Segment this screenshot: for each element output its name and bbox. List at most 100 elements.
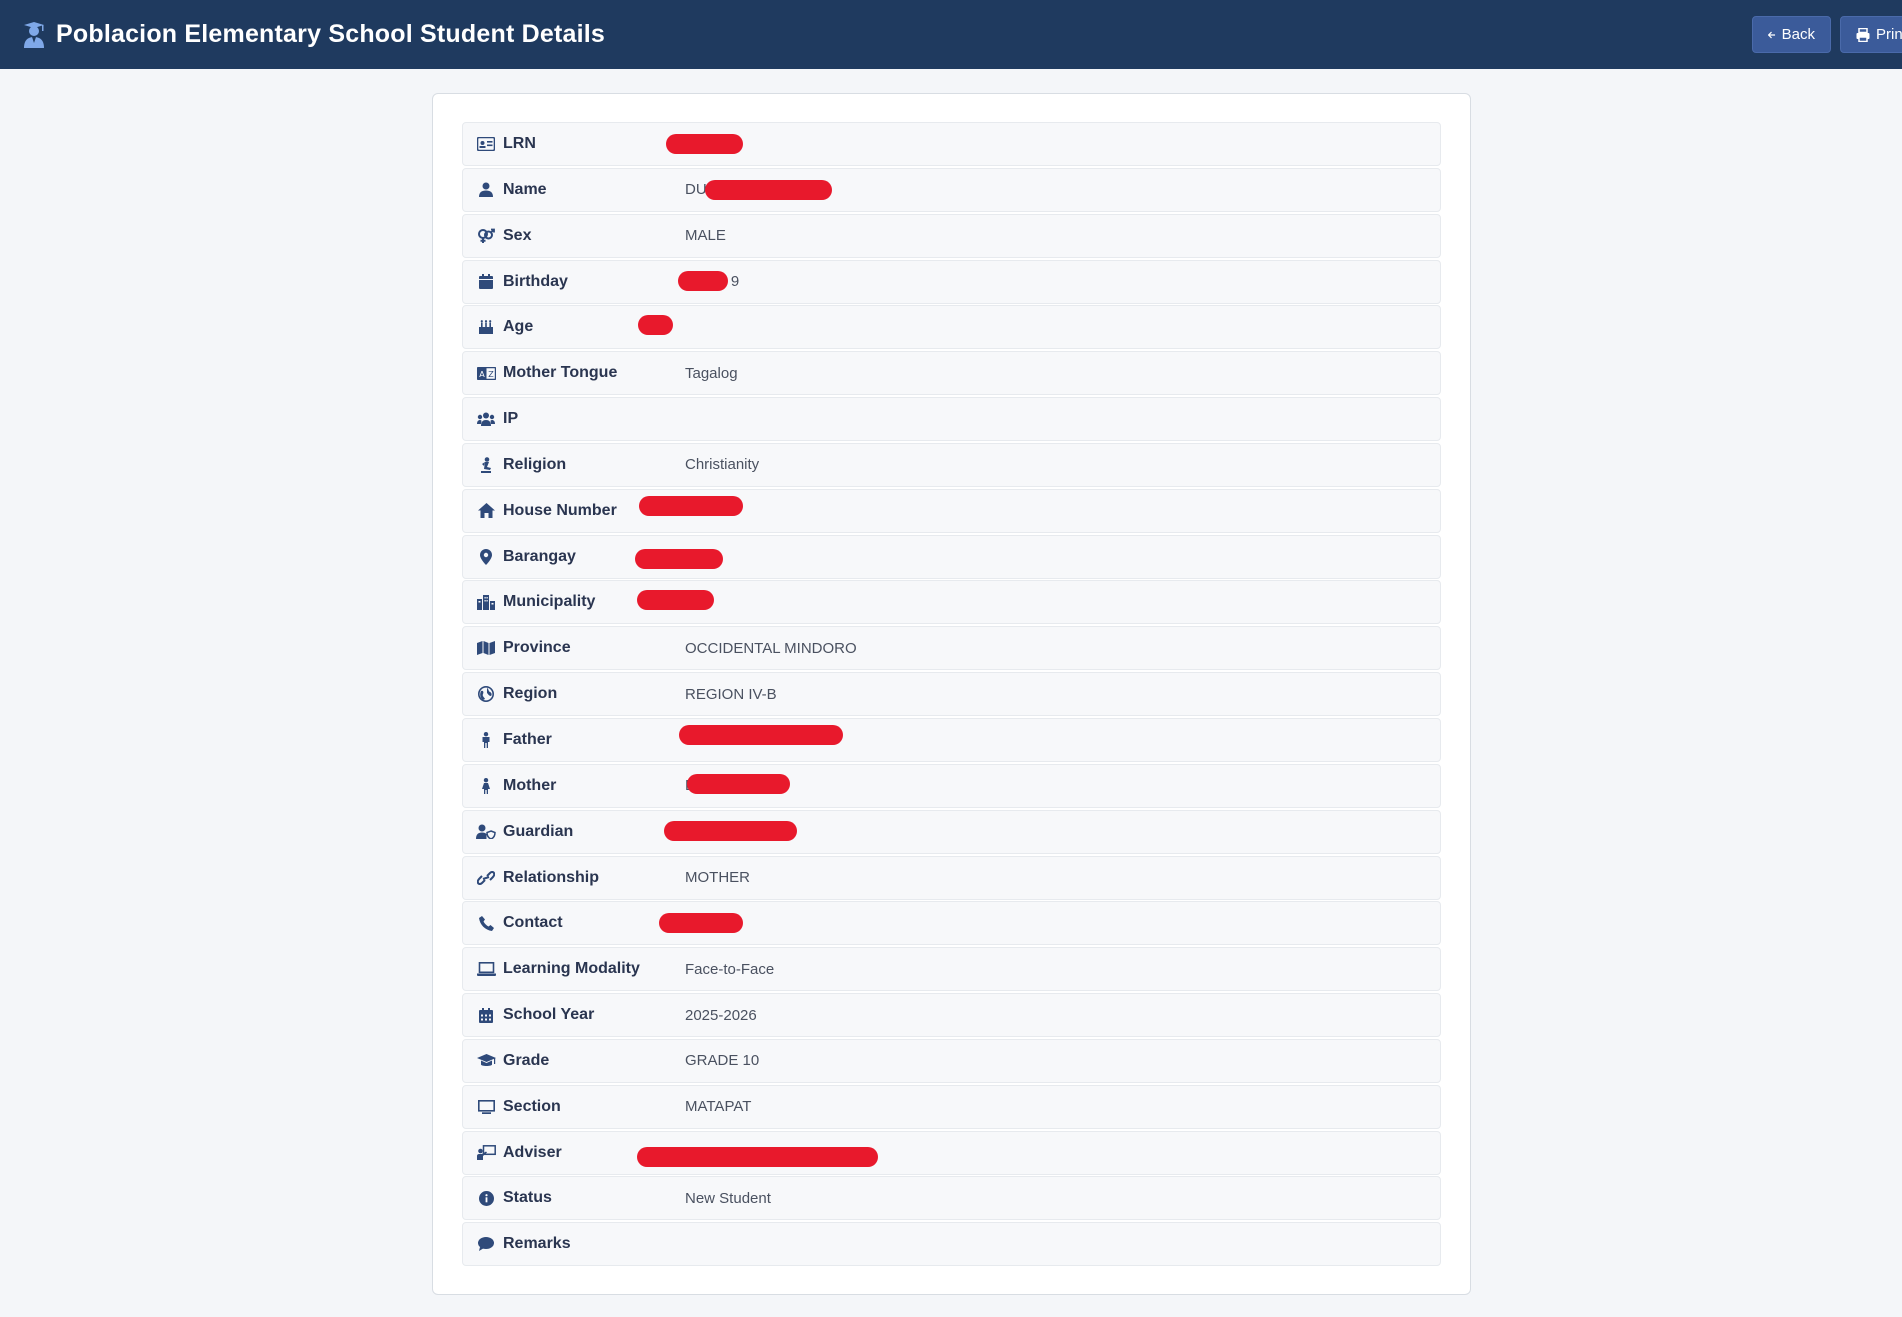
redaction-mark xyxy=(666,134,743,154)
field-value: GRADE 10 xyxy=(685,1052,760,1070)
language-icon: AZ xyxy=(475,364,497,382)
detail-row-municipality: Municipality xyxy=(462,580,1441,625)
detail-row-remarks: Remarks xyxy=(462,1222,1441,1267)
detail-row-ip: IP xyxy=(462,397,1441,442)
detail-row-region: Region REGION IV-B xyxy=(462,672,1441,717)
back-label: Back xyxy=(1781,26,1815,43)
detail-row-contact: Contact09 xyxy=(462,901,1441,946)
field-label: Mother Tongue xyxy=(503,364,618,382)
gender-icon xyxy=(475,227,497,245)
home-icon xyxy=(475,502,497,520)
page-title: Poblacion Elementary School Student Deta… xyxy=(56,20,605,48)
user-icon xyxy=(475,181,497,199)
monitor-icon xyxy=(475,1098,497,1116)
field-label: Grade xyxy=(503,1051,550,1069)
redaction-mark xyxy=(638,315,673,336)
laptop-icon xyxy=(475,960,497,978)
field-label: Section xyxy=(503,1097,561,1115)
detail-row-lrn: LRN110 xyxy=(462,122,1441,166)
praying-icon xyxy=(475,456,497,474)
field-label: IP xyxy=(503,410,519,428)
redaction-mark xyxy=(639,495,743,516)
detail-row-relationship: Relationship MOTHER xyxy=(462,855,1441,900)
detail-row-mother-tongue: A Z Mother Tongue Tagalog xyxy=(462,351,1441,396)
detail-row-father: FatherDULD xyxy=(462,717,1441,762)
teacher-icon xyxy=(475,1144,497,1162)
redaction-mark xyxy=(659,913,743,934)
calendar-icon xyxy=(475,273,497,291)
field-label: Relationship xyxy=(503,868,600,886)
print-label: Prin xyxy=(1876,26,1902,43)
detail-row-name: NameDULDULA xyxy=(462,167,1441,212)
field-value: 2025-2026 xyxy=(685,1006,757,1024)
redaction-mark xyxy=(705,179,832,200)
field-label: LRN xyxy=(503,135,536,152)
student-details-card: LRN110NameDULDULASexMALEBirthday20 9AgeA… xyxy=(432,93,1471,1295)
calendar-grid-icon xyxy=(475,1006,497,1024)
redaction-mark xyxy=(637,1146,878,1167)
field-value: New Student xyxy=(685,1189,771,1207)
back-button[interactable]: Back xyxy=(1752,16,1831,53)
comment-icon xyxy=(475,1235,497,1253)
detail-row-sex: Sex MALE xyxy=(462,213,1441,258)
field-label: Region xyxy=(503,685,558,703)
info-icon xyxy=(475,1189,497,1207)
graduation-cap-icon xyxy=(475,1052,497,1070)
detail-row-guardian: GuardianFLO xyxy=(462,809,1441,854)
arrow-left-icon xyxy=(1768,31,1776,38)
field-label: Religion xyxy=(503,455,567,473)
field-label: Contact xyxy=(503,914,563,932)
field-label: Name xyxy=(503,180,547,198)
user-shield-icon xyxy=(475,823,497,841)
field-value: OCCIDENTAL MINDORO xyxy=(685,639,857,657)
redaction-mark xyxy=(687,773,790,794)
field-label: Birthday xyxy=(503,272,568,290)
field-value: MALE xyxy=(685,227,726,245)
field-value: Face-to-Face xyxy=(685,960,775,978)
phone-icon xyxy=(475,914,497,932)
detail-row-house-number: House Number xyxy=(462,488,1441,533)
detail-row-age: Age xyxy=(462,305,1441,350)
detail-row-learning-modality: Learning Modality Face-to-Face xyxy=(462,947,1441,992)
detail-row-section: Section MATAPAT xyxy=(462,1084,1441,1129)
cake-icon xyxy=(475,318,497,336)
print-button[interactable]: Prin xyxy=(1840,16,1902,53)
detail-row-status: Status New Student xyxy=(462,1176,1441,1221)
globe-icon xyxy=(475,685,497,703)
field-label: Learning Modality xyxy=(503,960,640,978)
female-icon xyxy=(475,777,497,795)
male-icon xyxy=(475,731,497,749)
field-value: REGION IV-B xyxy=(685,685,777,703)
student-graduate-icon xyxy=(22,21,46,48)
top-navbar: Poblacion Elementary School Student Deta… xyxy=(0,0,1902,69)
field-label: School Year xyxy=(503,1006,595,1024)
field-label: Father xyxy=(503,730,552,748)
city-icon xyxy=(475,593,497,611)
field-value: Christianity xyxy=(685,456,760,474)
id-card-icon xyxy=(475,135,497,153)
people-icon xyxy=(475,410,497,428)
redaction-mark xyxy=(664,820,797,841)
printer-icon xyxy=(1856,27,1870,42)
redaction-mark xyxy=(679,724,843,745)
map-pin-icon xyxy=(475,548,497,566)
detail-row-grade: Grade GRADE 10 xyxy=(462,1038,1441,1083)
redaction-mark xyxy=(678,270,728,291)
field-label: Guardian xyxy=(503,822,574,840)
detail-row-birthday: Birthday20 9 xyxy=(462,259,1441,304)
map-icon xyxy=(475,639,497,657)
detail-row-school-year: School Year 2025-2026 xyxy=(462,993,1441,1038)
redaction-mark xyxy=(637,590,714,611)
svg-text:Z: Z xyxy=(488,370,494,379)
redaction-mark xyxy=(635,548,723,569)
link-icon xyxy=(475,869,497,887)
detail-row-religion: Religion Christianity xyxy=(462,442,1441,487)
detail-row-adviser: Adviser xyxy=(462,1130,1441,1175)
field-label: Mother xyxy=(503,776,557,794)
field-value: MOTHER xyxy=(685,869,750,886)
field-label: Province xyxy=(503,639,571,657)
svg-text:A: A xyxy=(479,370,485,379)
field-value: MATAPAT xyxy=(685,1098,752,1116)
field-value: Tagalog xyxy=(685,364,738,382)
details-list: LRN110NameDULDULASexMALEBirthday20 9AgeA… xyxy=(462,122,1441,1268)
